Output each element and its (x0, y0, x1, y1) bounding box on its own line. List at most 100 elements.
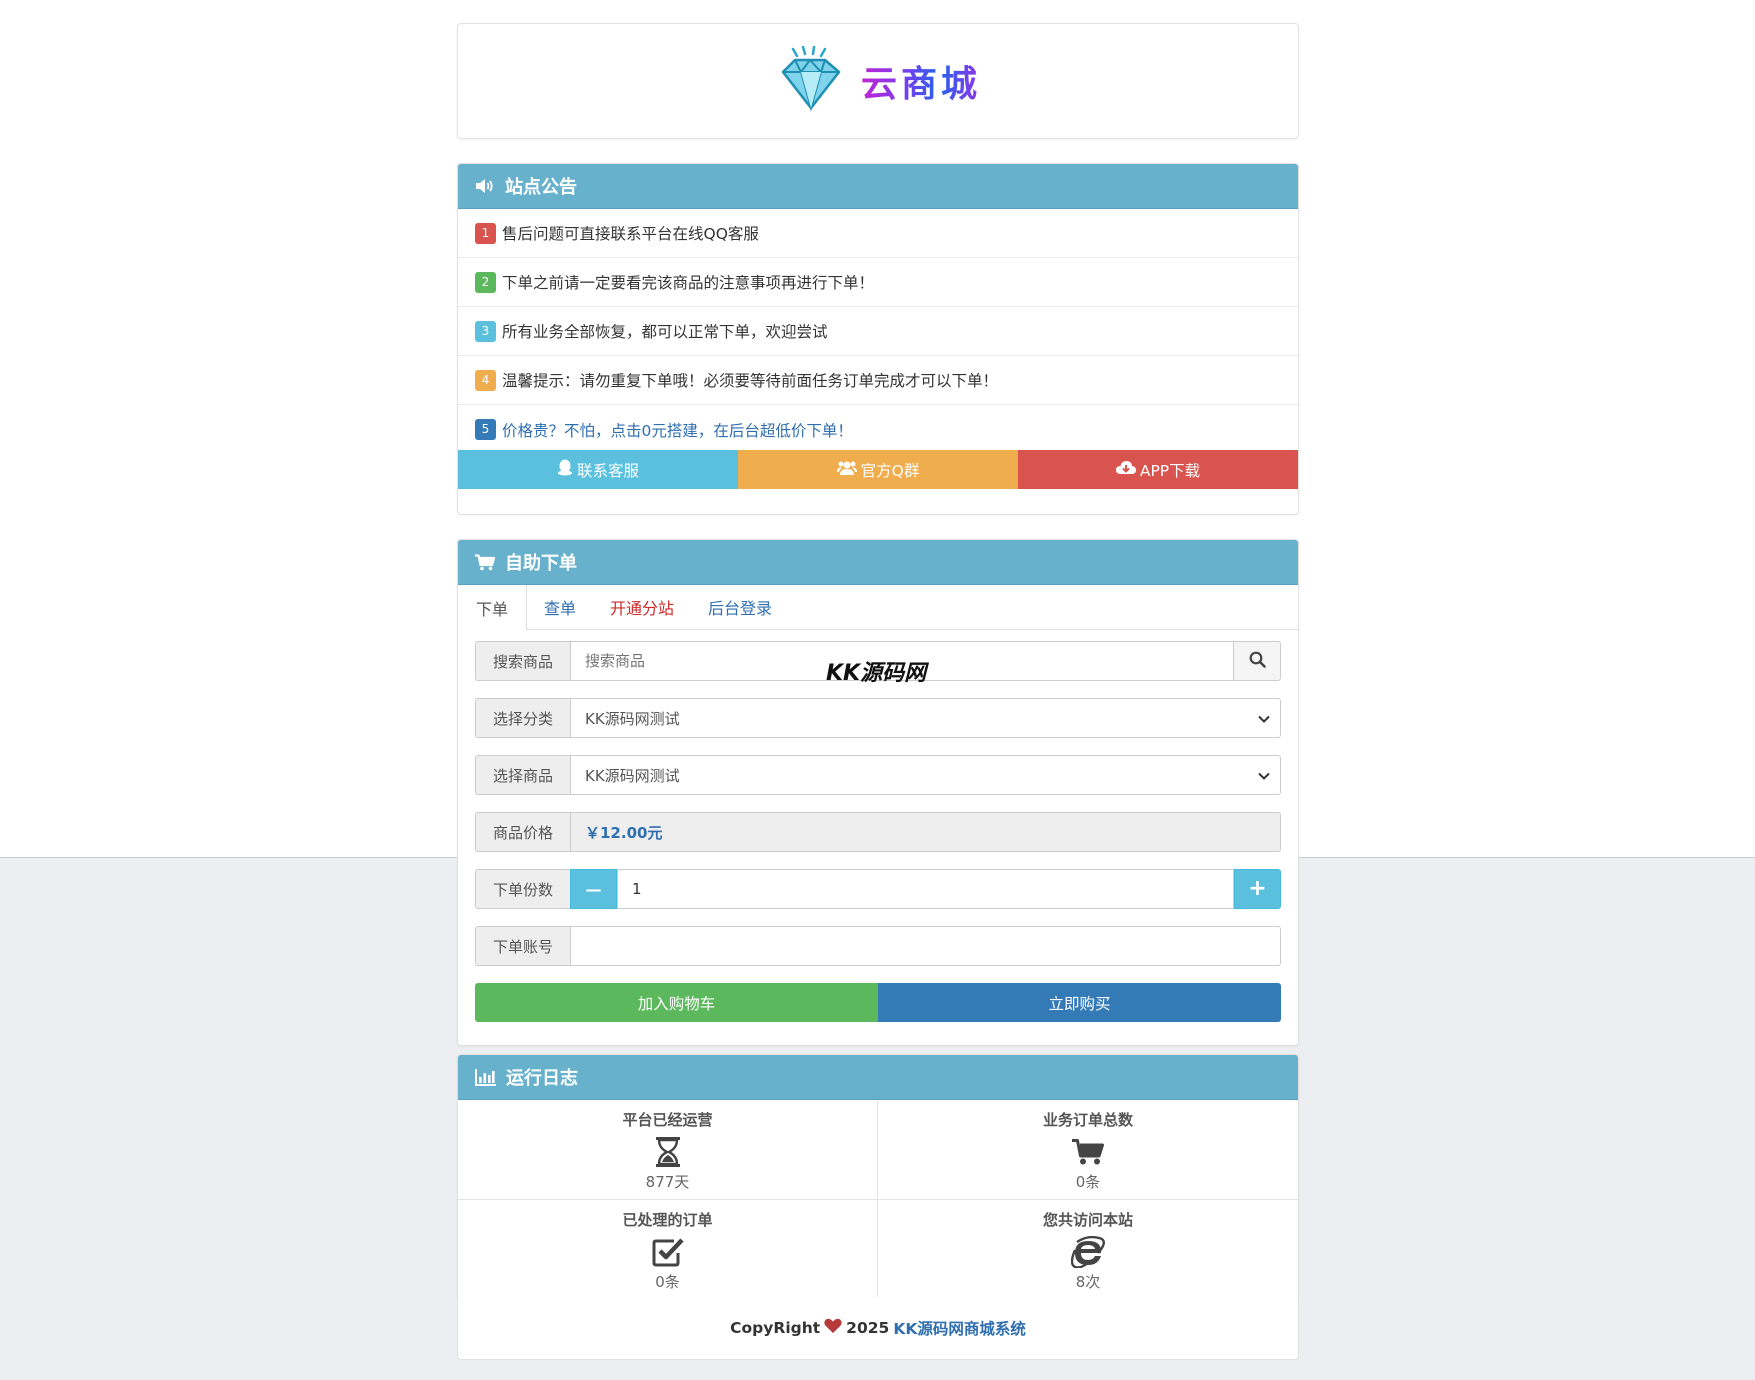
watermark: KK源码网 (826, 661, 927, 686)
copyright-year: 2025 (846, 1319, 890, 1337)
notice-text: 下单之前请一定要看完该商品的注意事项再进行下单！ (502, 274, 875, 292)
ie-icon (1071, 1234, 1105, 1270)
stat-uptime: 平台已经运营 877天 (458, 1100, 878, 1200)
brand-name: 云商城 (861, 55, 981, 107)
order-form: 搜索商品 选择分类 KK源码网测试 (458, 641, 1298, 1022)
category-label: 选择分类 (475, 698, 570, 738)
stat-value: 0条 (655, 1273, 680, 1291)
cloud-download-icon (1115, 460, 1136, 479)
notice-number-badge: 2 (475, 271, 496, 293)
stats-grid: 平台已经运营 877天 业务订单总数 0条 已处理的订单 0条 您共访问本站 8… (458, 1100, 1298, 1300)
quantity-label: 下单份数 (475, 869, 570, 909)
stat-processed-orders: 已处理的订单 0条 (458, 1200, 878, 1300)
contact-support-label: 联系客服 (576, 461, 639, 480)
tab-admin-login[interactable]: 后台登录 (691, 585, 789, 629)
notice-list: 1 售后问题可直接联系平台在线QQ客服 2 下单之前请一定要看完该商品的注意事项… (458, 209, 1298, 454)
search-icon (1249, 651, 1266, 672)
plus-icon: + (1248, 876, 1267, 901)
minus-icon: — (585, 879, 602, 899)
product-select[interactable]: KK源码网测试 (570, 755, 1281, 795)
quantity-value: 1 (632, 880, 642, 898)
app-download-button[interactable]: APP下载 (1018, 450, 1298, 489)
notice-item: 2 下单之前请一定要看完该商品的注意事项再进行下单！ (458, 258, 1298, 307)
stat-total-orders: 业务订单总数 0条 (878, 1100, 1298, 1200)
tab-query-order[interactable]: 查单 (527, 585, 593, 629)
qq-penguin-icon (557, 459, 573, 480)
users-icon (836, 460, 857, 480)
order-title: 自助下单 (505, 553, 577, 574)
search-label: 搜索商品 (475, 641, 570, 681)
notice-item: 1 售后问题可直接联系平台在线QQ客服 (458, 209, 1298, 258)
brand[interactable]: 云商城 (775, 45, 981, 116)
log-title: 运行日志 (506, 1068, 578, 1089)
notice-panel: 站点公告 1 售后问题可直接联系平台在线QQ客服 2 下单之前请一定要看完该商品… (457, 163, 1299, 515)
cart-icon (1072, 1134, 1104, 1170)
notice-actions: 联系客服 官方Q群 APP下载 (458, 450, 1298, 489)
quantity-increase-button[interactable]: + (1234, 869, 1281, 909)
app-download-label: APP下载 (1139, 461, 1201, 480)
notice-item: 4 温馨提示：请勿重复下单哦！必须要等待前面任务订单完成才可以下单！ (458, 356, 1298, 405)
account-input[interactable] (570, 926, 1281, 966)
log-panel: 运行日志 平台已经运营 877天 业务订单总数 0条 已处理的订单 0条 您共访… (457, 1054, 1299, 1300)
price-field: ￥12.00元 (570, 812, 1281, 852)
product-label: 选择商品 (475, 755, 570, 795)
footer: CopyRight 2025 KK源码网商城系统 (457, 1297, 1299, 1360)
notice-number-badge: 1 (475, 222, 496, 244)
official-qq-group-label: 官方Q群 (860, 461, 920, 480)
notice-text: 售后问题可直接联系平台在线QQ客服 (502, 225, 759, 243)
product-value: KK源码网测试 (585, 766, 680, 785)
check-square-icon (652, 1234, 684, 1270)
chevron-down-icon (1258, 766, 1270, 784)
tab-open-substation[interactable]: 开通分站 (593, 585, 691, 629)
price-label: 商品价格 (475, 812, 570, 852)
category-select[interactable]: KK源码网测试 (570, 698, 1281, 738)
log-panel-header: 运行日志 (458, 1055, 1298, 1100)
notice-number-badge: 4 (475, 369, 496, 391)
notice-item-free-site-link[interactable]: 5 价格贵？不怕，点击0元搭建，在后台超低价下单！ (458, 405, 1298, 454)
buy-now-button[interactable]: 立即购买 (878, 983, 1281, 1022)
order-panel-header: 自助下单 (458, 540, 1298, 585)
diamond-icon (775, 45, 845, 116)
account-label: 下单账号 (475, 926, 570, 966)
notice-item: 3 所有业务全部恢复，都可以正常下单，欢迎尝试 (458, 307, 1298, 356)
notice-number-badge: 3 (475, 320, 496, 342)
stat-visits: 您共访问本站 8次 (878, 1200, 1298, 1300)
quantity-row: 下单份数 — 1 + (475, 869, 1281, 909)
quantity-input[interactable]: 1 (617, 869, 1234, 909)
category-row: 选择分类 KK源码网测试 (475, 698, 1281, 738)
price-value: ￥12.00元 (585, 823, 663, 842)
official-qq-group-button[interactable]: 官方Q群 (738, 450, 1018, 489)
stat-label: 您共访问本站 (1042, 1211, 1133, 1229)
notice-text: 所有业务全部恢复，都可以正常下单，欢迎尝试 (502, 323, 828, 341)
search-button[interactable] (1234, 641, 1281, 681)
stat-label: 已处理的订单 (622, 1211, 713, 1229)
bar-chart-icon (475, 1068, 496, 1086)
notice-text: 温馨提示：请勿重复下单哦！必须要等待前面任务订单完成才可以下单！ (502, 372, 999, 390)
notice-text[interactable]: 价格贵？不怕，点击0元搭建，在后台超低价下单！ (502, 419, 853, 441)
contact-support-button[interactable]: 联系客服 (458, 450, 738, 489)
tab-order[interactable]: 下单 (458, 585, 528, 630)
stat-label: 平台已经运营 (622, 1111, 713, 1129)
account-row: 下单账号 (475, 926, 1281, 966)
logo-card: 云商城 (457, 23, 1299, 139)
notice-panel-header: 站点公告 (458, 164, 1298, 209)
stat-value: 0条 (1075, 1173, 1101, 1191)
volume-icon (475, 178, 495, 194)
copyright-text: CopyRight (730, 1319, 821, 1337)
chevron-down-icon (1258, 709, 1270, 727)
cart-icon (475, 553, 495, 571)
stat-value: 877天 (645, 1173, 690, 1191)
quantity-decrease-button[interactable]: — (570, 869, 617, 909)
stat-value: 8次 (1075, 1273, 1101, 1291)
hourglass-icon (655, 1134, 681, 1170)
notice-number-badge: 5 (475, 419, 496, 440)
site-name-link[interactable]: KK源码网商城系统 (893, 1317, 1026, 1339)
product-row: 选择商品 KK源码网测试 (475, 755, 1281, 795)
stat-label: 业务订单总数 (1042, 1111, 1133, 1129)
order-tabs: 下单 查单 开通分站 后台登录 (458, 585, 1298, 630)
heart-icon (824, 1318, 842, 1338)
price-row: 商品价格 ￥12.00元 (475, 812, 1281, 852)
add-to-cart-button[interactable]: 加入购物车 (475, 983, 878, 1022)
notice-title: 站点公告 (505, 177, 577, 198)
order-panel: 自助下单 下单 查单 开通分站 后台登录 搜索商品 选择分类 (457, 539, 1299, 1046)
